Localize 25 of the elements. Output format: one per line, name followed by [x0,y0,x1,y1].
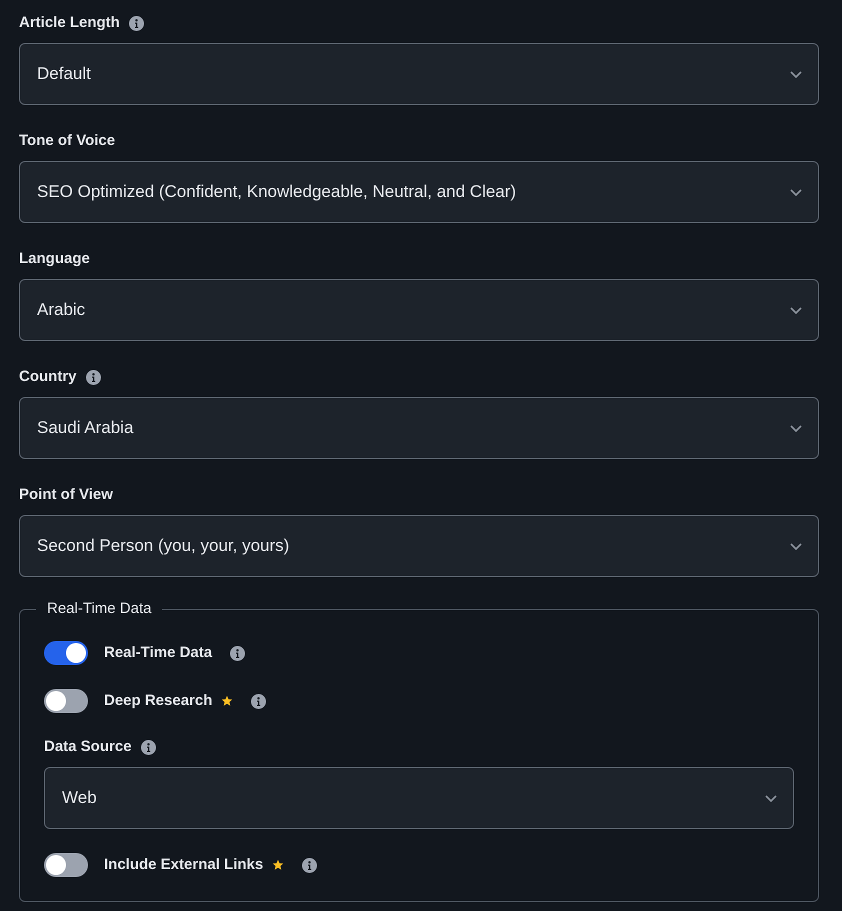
dropdown-select[interactable]: SEO Optimized (Confident, Knowledgeable, Neutral, and Clear) [19,161,819,223]
toggle-switch[interactable] [44,689,88,713]
dropdown-select[interactable]: Default [19,43,819,105]
chevron-down-icon [790,542,802,550]
chevron-down-icon [790,188,802,196]
toggle-switch[interactable] [44,853,88,877]
chevron-down-icon [790,70,802,78]
toggle-label: Include External Links [104,855,264,875]
dropdown-select[interactable]: Web [44,767,794,829]
toggle-label: Real-Time Data [104,643,212,663]
chevron-down-icon [790,424,802,432]
dropdown-select[interactable]: Second Person (you, your, yours) [19,515,819,577]
chevron-down-icon [765,794,777,802]
field-label: Point of View [19,485,113,505]
field-label: Language [19,249,90,269]
field-label: Tone of Voice [19,131,116,151]
field-label: Data Source [44,737,132,757]
dropdown-select[interactable]: Saudi Arabia [19,397,819,459]
section-legend: Real-Time Data [36,599,162,619]
dropdown-select[interactable]: Arabic [19,279,819,341]
toggle-switch[interactable] [44,641,88,665]
chevron-down-icon [790,306,802,314]
toggle-label: Deep Research [104,691,212,711]
field-label: Article Length [19,13,120,33]
field-label: Country [19,367,76,387]
